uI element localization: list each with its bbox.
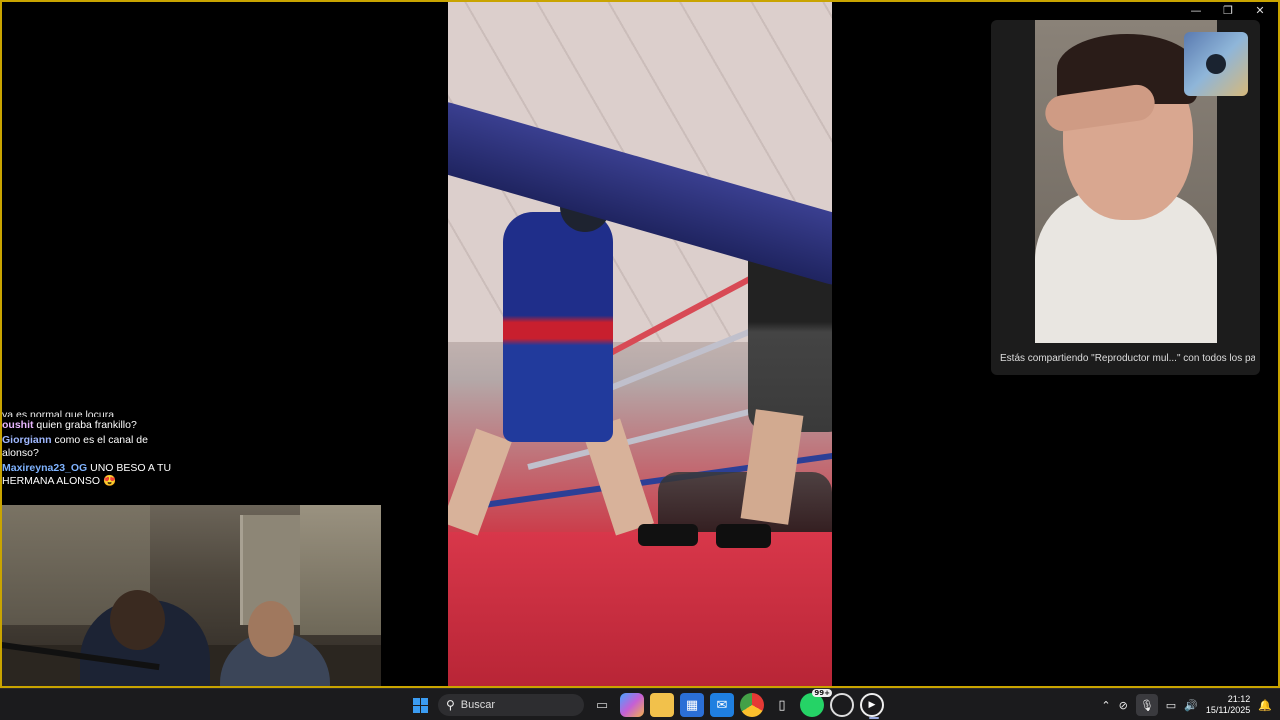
- obs-icon[interactable]: [830, 693, 854, 717]
- minimize-button[interactable]: —: [1180, 2, 1212, 18]
- streamer-webcam: [0, 505, 381, 688]
- taskbar-search[interactable]: ⚲ Buscar: [438, 694, 584, 716]
- windows-taskbar: ⚲ Buscar ▭ ▦ ✉ ▯ 99+ ▶ ⌃ ⊘ 🎙 ▭ 🔊 21:12 1…: [0, 688, 1280, 720]
- clock[interactable]: 21:12 15/11/2025: [1206, 694, 1250, 716]
- whatsapp-icon[interactable]: 99+: [800, 689, 832, 717]
- stream-chat: ya es normal que locura oushit quien gra…: [2, 409, 172, 490]
- chat-username: oushit: [2, 419, 34, 431]
- video-call-panel: Estás compartiendo "Reproductor mul..." …: [991, 20, 1260, 375]
- chrome-icon[interactable]: [740, 693, 764, 717]
- screen-share-notice: Estás compartiendo "Reproductor mul..." …: [1000, 353, 1255, 364]
- notifications-icon[interactable]: 🔔: [1258, 699, 1272, 712]
- search-icon: ⚲: [446, 698, 455, 712]
- clock-time: 21:12: [1227, 694, 1251, 704]
- active-indicator: [869, 717, 879, 719]
- chat-text: quien graba frankillo?: [36, 419, 137, 431]
- task-view-icon[interactable]: ▭: [590, 693, 614, 717]
- ring-canvas: [448, 532, 832, 688]
- boxer-leg: [448, 428, 512, 536]
- taskbar-apps: ⚲ Buscar ▭ ▦ ✉ ▯ 99+ ▶: [408, 689, 884, 720]
- chat-partial-message: ya es normal que locura: [2, 409, 115, 417]
- media-player-icon[interactable]: ▶: [860, 693, 884, 719]
- volume-icon[interactable]: 🔊: [1184, 699, 1198, 712]
- chat-message: oushit quien graba frankillo?: [2, 419, 172, 432]
- streamer-head: [110, 590, 165, 650]
- window-controls: — ❐ ✕: [1180, 2, 1276, 18]
- chat-message: Maxireyna23_OG UNO BESO A TU HERMANA ALO…: [2, 462, 172, 488]
- search-placeholder: Buscar: [460, 699, 496, 711]
- close-button[interactable]: ✕: [1244, 2, 1276, 18]
- notification-badge: 99+: [812, 689, 832, 697]
- boxer-shoe: [638, 524, 698, 546]
- mail-icon[interactable]: ✉: [710, 693, 734, 717]
- camera-off-icon[interactable]: ⊘: [1119, 699, 1128, 712]
- store-icon[interactable]: ▦: [680, 693, 704, 717]
- copilot-icon[interactable]: [620, 693, 644, 717]
- boxer-blue: [503, 212, 613, 442]
- microphone-icon[interactable]: 🎙: [1135, 694, 1158, 716]
- network-icon[interactable]: ▭: [1166, 699, 1176, 712]
- chat-message: Giorgiann como es el canal de alonso?: [2, 434, 172, 460]
- guest-head: [248, 601, 294, 657]
- boxing-video[interactable]: [448, 2, 832, 688]
- chat-username: Maxireyna23_OG: [2, 462, 88, 474]
- chevron-up-icon[interactable]: ⌃: [1101, 699, 1110, 712]
- boxer-shoe: [716, 524, 771, 548]
- windows-logo-icon: [412, 697, 428, 713]
- system-tray: ⌃ ⊘ 🎙 ▭ 🔊 21:12 15/11/2025 🔔: [1101, 689, 1272, 720]
- file-explorer-icon[interactable]: [650, 693, 674, 717]
- document-icon[interactable]: ▯: [770, 693, 794, 717]
- restore-button[interactable]: ❐: [1212, 2, 1244, 18]
- start-button[interactable]: [408, 693, 432, 717]
- clock-date: 15/11/2025: [1205, 705, 1251, 715]
- webcam-wall-right: [300, 505, 381, 635]
- chat-username: Giorgiann: [2, 434, 52, 446]
- self-view-avatar: [1206, 54, 1226, 74]
